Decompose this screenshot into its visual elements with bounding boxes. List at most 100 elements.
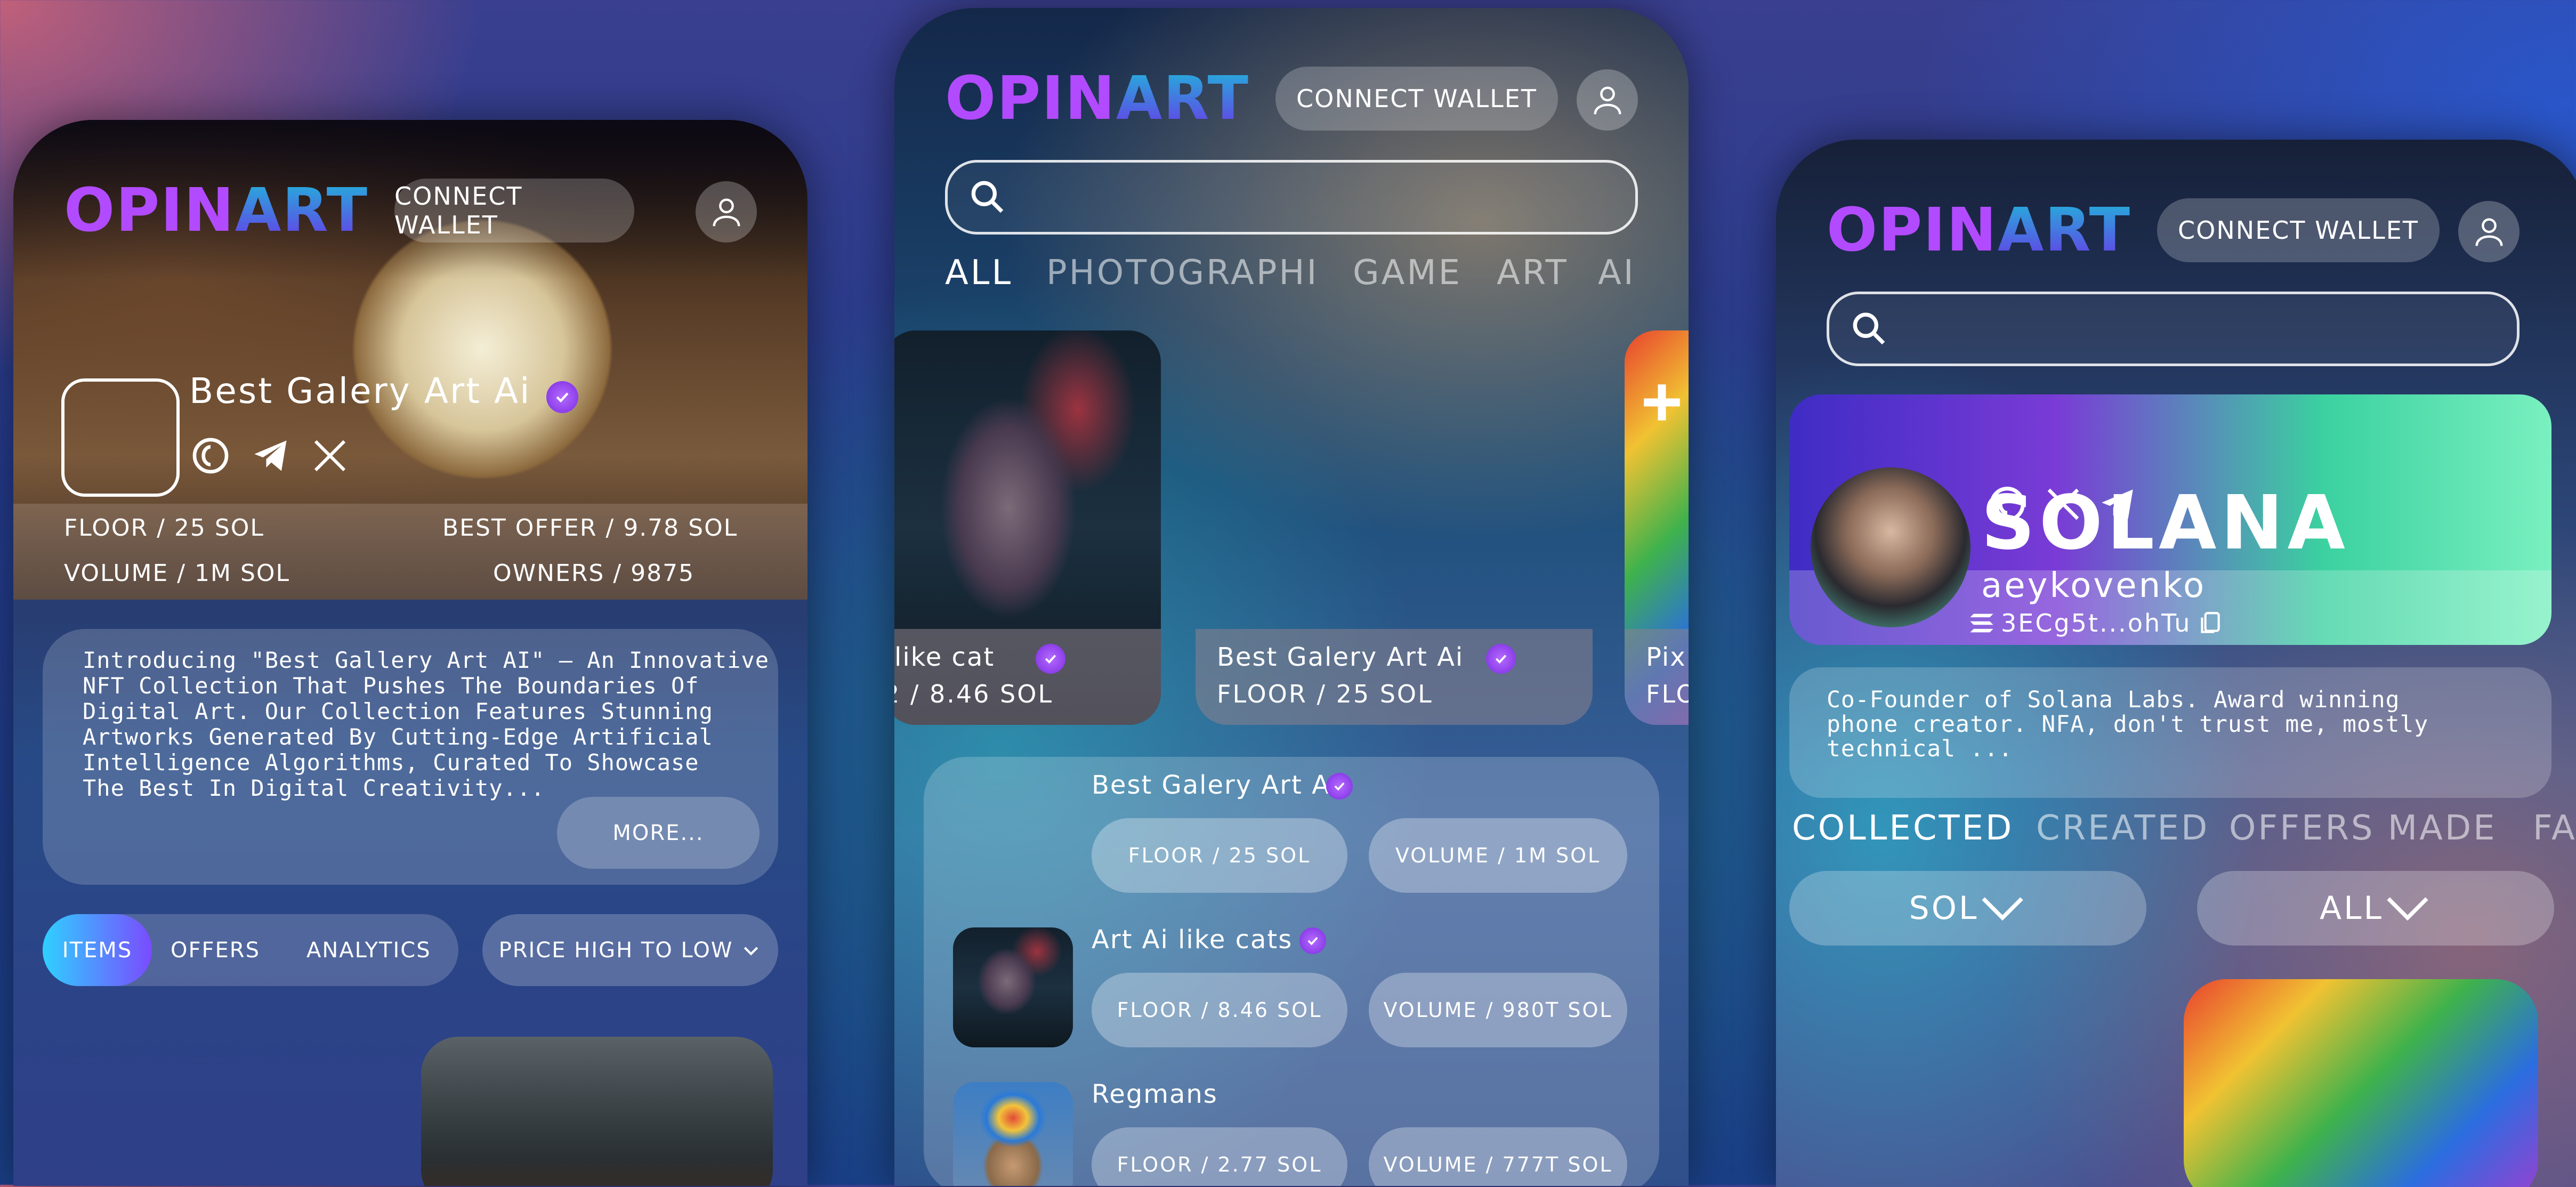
list-item-floor: FLOOR / 8.46 SOL [1092, 973, 1347, 1047]
tab-favorites[interactable]: FA [2533, 809, 2576, 848]
wallet-row: 3ECg5t...ohTu [1968, 609, 2223, 637]
list-item-thumb[interactable] [953, 1082, 1073, 1186]
search-icon [1853, 312, 1885, 345]
user-icon [2475, 217, 2503, 246]
connect-wallet-button[interactable]: CONNECT WALLET [1275, 67, 1558, 131]
tab-game[interactable]: GAME [1353, 253, 1462, 293]
profile-button[interactable] [2458, 201, 2520, 262]
card-name: Best Galery Art Ai [1217, 642, 1464, 672]
search-input[interactable] [945, 160, 1638, 235]
copy-icon[interactable] [2197, 610, 2223, 636]
featured-card[interactable]: Best Galery Art Ai FLOOR / 25 SOL [1196, 330, 1593, 725]
tab-offers[interactable]: OFFERS [171, 938, 260, 963]
tab-art[interactable]: ART [1497, 253, 1569, 293]
tab-analytics[interactable]: ANALYTICS [306, 938, 431, 963]
list-item-floor: FLOOR / 2.77 SOL [1092, 1127, 1347, 1186]
profile-screen: OPINART CONNECT WALLET SOLANA aeykovenko… [1776, 140, 2576, 1187]
x-twitter-icon[interactable] [2044, 485, 2082, 523]
nft-item-card[interactable] [421, 1037, 773, 1186]
tab-items[interactable]: ITEMS [43, 914, 152, 986]
telegram-icon[interactable] [2098, 485, 2138, 524]
card-name: like cat [894, 642, 995, 672]
list-item-volume: VOLUME / 980T SOL [1369, 973, 1627, 1047]
opinart-logo[interactable]: OPINART [64, 176, 368, 245]
bio-line: Co-Founder of Solana Labs. Award winning [1827, 687, 2400, 713]
collection-screen: OPINART CONNECT WALLET Best Galery Art A… [13, 120, 807, 1186]
verified-badge-icon [1036, 644, 1065, 674]
search-input[interactable] [1827, 292, 2520, 366]
list-item-thumb[interactable] [953, 773, 1073, 893]
description-line: The Best In Digital Creativity... [83, 775, 545, 801]
connect-wallet-label: CONNECT WALLET [2178, 216, 2419, 245]
profile-button[interactable] [696, 181, 757, 243]
connect-wallet-label: CONNECT WALLET [394, 182, 523, 239]
collections-list: Best Galery Art Ai FLOOR / 25 SOL VOLUME… [924, 757, 1659, 1186]
nft-item-card[interactable] [37, 1037, 389, 1186]
currency-filter-dropdown[interactable]: SOL [1789, 871, 2146, 946]
owners-stat: OWNERS / 9875 [493, 560, 695, 587]
sort-label: PRICE HIGH TO LOW [498, 938, 733, 963]
tab-created[interactable]: CREATED [2036, 809, 2209, 848]
verified-badge-icon [1326, 773, 1353, 800]
coinmarketcap-icon[interactable] [1986, 483, 2028, 525]
nft-item-card[interactable] [2184, 979, 2538, 1187]
best-offer-stat: BEST OFFER / 9.78 SOL [442, 514, 738, 542]
description-line: Introducing "Best Gallery Art AI" — An I… [83, 647, 770, 673]
collection-title: Best Galery Art Ai [189, 370, 531, 411]
opinart-logo[interactable]: OPINART [1827, 196, 2131, 265]
list-item-name[interactable]: Regmans [1092, 1079, 1218, 1109]
tab-ai[interactable]: AI [1598, 253, 1636, 293]
social-links [1986, 483, 2138, 525]
verified-badge-icon [546, 381, 578, 413]
x-twitter-icon[interactable] [311, 437, 349, 475]
profile-button[interactable] [1577, 69, 1638, 131]
social-links [189, 434, 349, 477]
floor-stat: FLOOR / 25 SOL [64, 514, 264, 542]
tab-photographi[interactable]: PHOTOGRAPHI [1046, 253, 1319, 293]
wallet-address: 3ECg5t...ohTu [2001, 609, 2192, 637]
description-line: Artworks Generated By Cutting-Edge Artif… [83, 724, 713, 750]
logo-text-art: ART [235, 176, 368, 245]
tab-items-label: ITEMS [62, 938, 133, 963]
bio-line: phone creator. NFA, don't trust me, most… [1827, 711, 2429, 738]
list-item-volume: VOLUME / 777T SOL [1369, 1127, 1627, 1186]
list-item-name[interactable]: Art Ai like cats [1092, 925, 1293, 955]
logo-text-art: ART [1997, 196, 2131, 265]
collection-stats: FLOOR / 25 SOL BEST OFFER / 9.78 SOL VOL… [13, 504, 807, 600]
collection-description: Introducing "Best Gallery Art AI" — An I… [43, 629, 778, 885]
list-item-volume: VOLUME / 1M SOL [1369, 818, 1627, 893]
logo-text-art: ART [1116, 64, 1249, 133]
status-filter-dropdown[interactable]: ALL [2197, 871, 2554, 946]
tab-collected[interactable]: COLLECTED [1792, 809, 2014, 848]
search-icon [971, 181, 1004, 213]
connect-wallet-button[interactable]: CONNECT WALLET [2157, 198, 2440, 262]
nft-item-card[interactable] [1808, 979, 2162, 1187]
chevron-down-icon [2387, 897, 2428, 921]
featured-card[interactable]: Pix FLO [1625, 330, 1689, 725]
collection-avatar [61, 378, 180, 497]
tab-offers-made[interactable]: OFFERS MADE [2229, 809, 2497, 848]
volume-stat: VOLUME / 1M SOL [64, 560, 290, 587]
card-floor: 2 / 8.46 SOL [894, 680, 1054, 708]
list-item-name[interactable]: Best Galery Art Ai [1092, 770, 1338, 800]
tab-all[interactable]: ALL [945, 253, 1013, 293]
more-button[interactable]: MORE... [557, 797, 760, 869]
more-label: MORE... [612, 820, 704, 845]
connect-wallet-button[interactable]: CONNECT WALLET [394, 179, 634, 243]
sort-dropdown[interactable]: PRICE HIGH TO LOW [482, 914, 778, 986]
logo-text-opin: OPIN [64, 176, 235, 245]
coinmarketcap-icon[interactable] [189, 434, 232, 477]
connect-wallet-label: CONNECT WALLET [1296, 84, 1537, 113]
list-item-floor: FLOOR / 25 SOL [1092, 818, 1347, 893]
opinart-logo[interactable]: OPINART [945, 64, 1249, 133]
list-item-thumb[interactable] [953, 927, 1073, 1047]
user-icon [1593, 86, 1621, 114]
logo-text-opin: OPIN [945, 64, 1116, 133]
card-floor: FLOOR / 25 SOL [1217, 680, 1433, 708]
card-floor: FLO [1646, 680, 1689, 708]
pixel-cross-icon [1644, 384, 1680, 421]
featured-card[interactable]: like cat 2 / 8.46 SOL [894, 330, 1161, 725]
username: aeykovenko [1981, 566, 2207, 605]
telegram-icon[interactable] [251, 435, 292, 476]
profile-bio: Co-Founder of Solana Labs. Award winning… [1789, 667, 2551, 798]
